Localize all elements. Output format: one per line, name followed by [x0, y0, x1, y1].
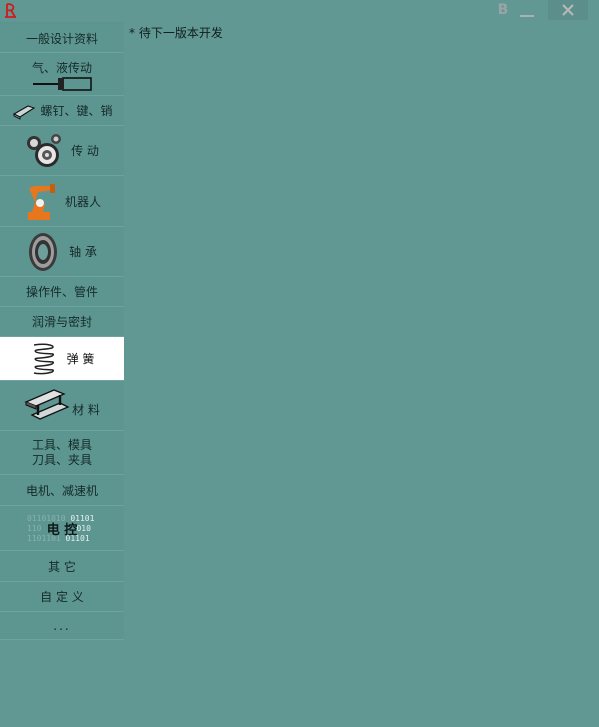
sidebar-item-screws-keys-pins[interactable]: 螺钉、键、销 [0, 96, 124, 126]
sidebar-item-robot[interactable]: 机器人 [0, 176, 124, 227]
close-icon [562, 4, 574, 16]
spring-icon [33, 343, 54, 374]
sidebar-item-motors-reducers[interactable]: 电机、减速机 [0, 475, 124, 506]
title-bar: B [0, 0, 599, 22]
binary-row-2b: 010 [76, 524, 91, 533]
bearing-icon [29, 232, 58, 271]
minimize-button[interactable] [515, 0, 539, 20]
sidebar-item-transmission[interactable]: 传 动 [0, 126, 124, 176]
sidebar-item-more[interactable]: ... [0, 612, 124, 640]
key-icon [13, 104, 36, 120]
sidebar-item-spring[interactable]: 弹 簧 [0, 337, 124, 381]
sidebar-item-electrical-control[interactable]: 01101010 01101 110 010 1101101 01101 电 控 [0, 506, 124, 551]
sidebar-item-label: 电 控 [46, 522, 78, 538]
pending-development-notice: * 待下一版本开发 [129, 26, 223, 40]
sidebar-item-label: 传 动 [71, 144, 99, 158]
sidebar-item-pneumatic-hydraulic[interactable]: 气、液传动 [0, 53, 124, 96]
sidebar-item-label: 气、液传动 [31, 60, 92, 75]
sidebar-item-tools-molds[interactable]: 工具、模具 刀具、夹具 [0, 431, 124, 475]
category-sidebar: 一般设计资料 气、液传动 螺钉、键、销 传 动 机器人 轴 承 操作件、管件 润… [0, 22, 124, 640]
i-beam-icon [24, 388, 70, 420]
b-button[interactable]: B [494, 0, 512, 20]
sidebar-item-lubrication-sealing[interactable]: 润滑与密封 [0, 307, 124, 337]
minimize-icon [520, 15, 534, 17]
sidebar-item-label: 其 它 [48, 559, 76, 574]
binary-row-2: 110 [27, 524, 42, 533]
close-button[interactable] [548, 0, 588, 20]
sidebar-item-label-line1: 工具、模具 [31, 437, 92, 452]
sidebar-item-materials[interactable]: 材 料 [0, 381, 124, 431]
sidebar-item-label: 弹 簧 [66, 352, 95, 366]
gear-icon [27, 133, 62, 167]
sidebar-item-operating-pipe-parts[interactable]: 操作件、管件 [0, 277, 124, 307]
sidebar-item-general-design[interactable]: 一般设计资料 [0, 24, 124, 53]
sidebar-item-other[interactable]: 其 它 [0, 551, 124, 582]
sidebar-item-label: 自 定 义 [40, 590, 84, 604]
app-logo-icon [5, 3, 16, 18]
sidebar-item-label: 螺钉、键、销 [40, 104, 113, 118]
sidebar-item-label-line2: 刀具、夹具 [31, 452, 92, 467]
sidebar-item-bearing[interactable]: 轴 承 [0, 227, 124, 277]
cylinder-icon [33, 76, 92, 91]
sidebar-item-label: 电机、减速机 [25, 483, 98, 498]
sidebar-item-label: 轴 承 [69, 245, 97, 259]
sidebar-item-label: 材 料 [72, 403, 100, 417]
app-window: B 一般设计资料 气、液传动 螺钉、键、销 传 动 机器人 轴 承 操作件、管件… [0, 0, 599, 727]
sidebar-item-label: 一般设计资料 [25, 31, 98, 46]
sidebar-item-label: ... [53, 618, 71, 633]
sidebar-item-label: 操作件、管件 [25, 285, 98, 299]
sidebar-item-label: 机器人 [64, 194, 101, 209]
robot-arm-icon [27, 184, 55, 220]
sidebar-item-custom[interactable]: 自 定 义 [0, 582, 124, 612]
sidebar-item-label: 润滑与密封 [31, 315, 92, 329]
